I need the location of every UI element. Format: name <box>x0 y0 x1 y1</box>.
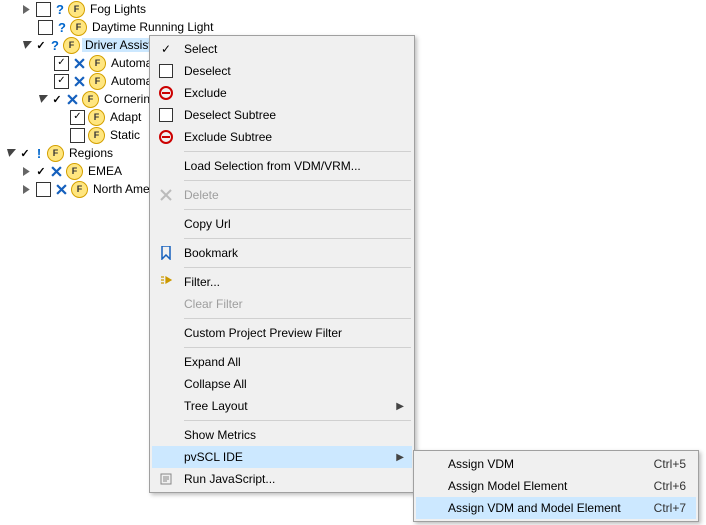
checkbox[interactable]: ✓ <box>70 110 85 125</box>
check-icon: ✓ <box>18 146 32 160</box>
checkbox-icon <box>154 60 178 82</box>
menu-show-metrics[interactable]: Show Metrics <box>152 424 412 446</box>
checkbox[interactable]: ✓ <box>54 74 69 89</box>
tree-label: Adapt <box>107 110 144 124</box>
exclude-icon <box>154 126 178 148</box>
question-icon: ? <box>48 38 62 52</box>
submenu-pvscl: Assign VDMCtrl+5 Assign Model ElementCtr… <box>413 450 699 522</box>
menu-clear-filter: Clear Filter <box>152 293 412 315</box>
context-menu: ✓Select Deselect Exclude Deselect Subtre… <box>149 35 415 493</box>
x-icon <box>72 56 87 71</box>
checkbox[interactable] <box>36 182 51 197</box>
separator <box>184 267 411 268</box>
menu-exclude[interactable]: Exclude <box>152 82 412 104</box>
menu-exclude-subtree[interactable]: Exclude Subtree <box>152 126 412 148</box>
x-icon <box>54 182 69 197</box>
checkbox[interactable] <box>36 2 51 17</box>
menu-deselect[interactable]: Deselect <box>152 60 412 82</box>
collapse-icon[interactable] <box>4 145 18 161</box>
feature-icon: F <box>89 55 106 72</box>
question-icon: ? <box>55 20 69 34</box>
script-icon <box>154 468 178 490</box>
exclude-icon <box>154 82 178 104</box>
question-icon: ! <box>32 146 46 160</box>
submenu-arrow-icon: ▶ <box>396 401 404 412</box>
expand-icon[interactable] <box>20 163 34 179</box>
separator <box>184 180 411 181</box>
check-icon: ✓ <box>34 38 48 52</box>
delete-icon <box>154 184 178 206</box>
feature-icon: F <box>89 73 106 90</box>
menu-copy-url[interactable]: Copy Url <box>152 213 412 235</box>
x-icon <box>65 92 80 107</box>
menu-custom-filter[interactable]: Custom Project Preview Filter <box>152 322 412 344</box>
submenu-arrow-icon: ▶ <box>396 452 404 463</box>
tree-label: Static <box>107 128 143 142</box>
feature-icon: F <box>88 127 105 144</box>
separator <box>184 347 411 348</box>
menu-run-javascript[interactable]: Run JavaScript... <box>152 468 412 490</box>
separator <box>184 151 411 152</box>
checkbox[interactable]: ✓ <box>54 56 69 71</box>
menu-delete: Delete <box>152 184 412 206</box>
tree-row[interactable]: ? F Daytime Running Light <box>4 18 706 36</box>
submenu-assign-vdm[interactable]: Assign VDMCtrl+5 <box>416 453 696 475</box>
menu-pvscl-ide[interactable]: pvSCL IDE▶ <box>152 446 412 468</box>
separator <box>184 420 411 421</box>
checkbox[interactable] <box>70 128 85 143</box>
feature-icon: F <box>88 109 105 126</box>
shortcut: Ctrl+6 <box>654 479 686 493</box>
menu-deselect-subtree[interactable]: Deselect Subtree <box>152 104 412 126</box>
feature-icon: F <box>68 1 85 18</box>
tree-label: Fog Lights <box>87 2 149 16</box>
menu-bookmark[interactable]: Bookmark <box>152 242 412 264</box>
filter-icon <box>154 271 178 293</box>
check-icon: ✓ <box>34 164 48 178</box>
menu-filter[interactable]: Filter... <box>152 271 412 293</box>
submenu-assign-both[interactable]: Assign VDM and Model ElementCtrl+7 <box>416 497 696 519</box>
expand-icon[interactable] <box>20 181 34 197</box>
check-icon: ✓ <box>50 92 64 106</box>
tree-label: Regions <box>66 146 116 160</box>
feature-icon: F <box>66 163 83 180</box>
tree-row[interactable]: ? F Fog Lights <box>4 0 706 18</box>
feature-icon: F <box>47 145 64 162</box>
expand-icon[interactable] <box>20 1 34 17</box>
tree-label: Daytime Running Light <box>89 20 216 34</box>
bookmark-icon <box>154 242 178 264</box>
check-icon: ✓ <box>154 38 178 60</box>
checkbox-icon <box>154 104 178 126</box>
menu-tree-layout[interactable]: Tree Layout▶ <box>152 395 412 417</box>
collapse-icon[interactable] <box>20 37 34 53</box>
checkbox[interactable] <box>38 20 53 35</box>
separator <box>184 238 411 239</box>
x-icon <box>49 164 64 179</box>
menu-collapse-all[interactable]: Collapse All <box>152 373 412 395</box>
feature-icon: F <box>71 181 88 198</box>
submenu-assign-model[interactable]: Assign Model ElementCtrl+6 <box>416 475 696 497</box>
shortcut: Ctrl+7 <box>654 501 686 515</box>
separator <box>184 318 411 319</box>
question-icon: ? <box>53 2 67 16</box>
separator <box>184 209 411 210</box>
tree-label: EMEA <box>85 164 125 178</box>
feature-icon: F <box>82 91 99 108</box>
collapse-icon[interactable] <box>36 91 50 107</box>
feature-icon: F <box>70 19 87 36</box>
menu-expand-all[interactable]: Expand All <box>152 351 412 373</box>
shortcut: Ctrl+5 <box>654 457 686 471</box>
feature-icon: F <box>63 37 80 54</box>
menu-load-selection[interactable]: Load Selection from VDM/VRM... <box>152 155 412 177</box>
x-icon <box>72 74 87 89</box>
menu-select[interactable]: ✓Select <box>152 38 412 60</box>
